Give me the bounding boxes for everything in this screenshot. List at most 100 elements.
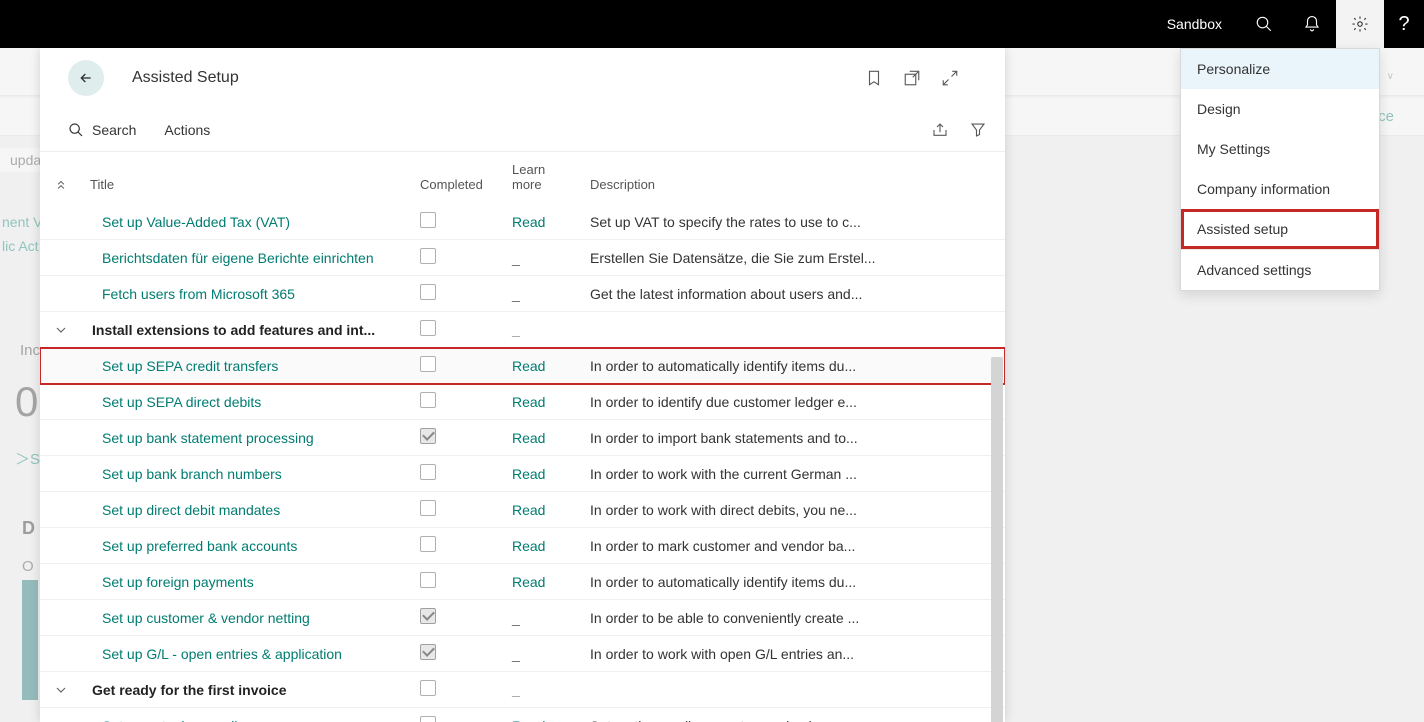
completed-checkbox xyxy=(420,500,436,516)
row-title-link[interactable]: Fetch users from Microsoft 365 xyxy=(90,286,295,302)
no-link-dash: _ xyxy=(512,610,520,626)
no-link-dash: _ xyxy=(512,286,520,302)
col-completed-header[interactable]: Completed xyxy=(412,152,504,204)
row-title-link[interactable]: Set up SEPA credit transfers xyxy=(90,358,278,374)
modal-title: Assisted Setup xyxy=(132,69,865,87)
row-title-link[interactable]: Set up bank branch numbers xyxy=(90,466,282,482)
row-title-link[interactable]: Set up foreign payments xyxy=(90,574,254,590)
completed-checkbox xyxy=(420,320,436,336)
table-row[interactable]: Set up outgoing email Read Set up the emai… xyxy=(40,708,1005,722)
row-description: Get the latest information about users a… xyxy=(590,286,862,302)
chevron-down-icon[interactable] xyxy=(53,322,69,338)
row-description: In order to import bank statements and t… xyxy=(590,430,858,446)
col-collapse-header[interactable] xyxy=(40,152,82,204)
read-link[interactable]: Read xyxy=(512,718,545,722)
row-description: Set up VAT to specify the rates to use t… xyxy=(590,214,861,230)
back-button[interactable] xyxy=(68,60,104,96)
completed-checkbox xyxy=(420,536,436,552)
col-learn-header[interactable]: Learn more xyxy=(504,152,582,204)
table-wrapper: Title Completed Learn more Description S… xyxy=(40,152,1005,722)
row-description: In order to work with open G/L entries a… xyxy=(590,646,854,662)
completed-checkbox xyxy=(420,608,436,624)
table-row[interactable]: Set up SEPA direct debitsReadIn order to… xyxy=(40,384,1005,420)
completed-checkbox xyxy=(420,248,436,264)
row-description: In order to work with direct debits, you… xyxy=(590,502,857,518)
table-row[interactable]: Set up foreign paymentsReadIn order to a… xyxy=(40,564,1005,600)
scrollbar-thumb[interactable] xyxy=(991,357,1003,722)
bookmark-icon[interactable] xyxy=(865,69,883,87)
group-title: Get ready for the first invoice xyxy=(90,682,287,698)
row-title-link[interactable]: Set up preferred bank accounts xyxy=(90,538,297,554)
menu-item-my-settings[interactable]: My Settings xyxy=(1181,129,1379,169)
read-link[interactable]: Read xyxy=(512,430,545,446)
group-title: Install extensions to add features and i… xyxy=(90,322,375,338)
row-description: In order to mark customer and vendor ba.… xyxy=(590,538,855,554)
help-icon[interactable]: ? xyxy=(1384,0,1424,48)
notification-icon[interactable] xyxy=(1288,0,1336,48)
search-icon[interactable] xyxy=(1240,0,1288,48)
popout-icon[interactable] xyxy=(903,69,921,87)
menu-item-advanced-settings[interactable]: Advanced settings xyxy=(1181,250,1379,290)
no-link-dash: _ xyxy=(512,646,520,662)
completed-checkbox xyxy=(420,680,436,696)
table-row[interactable]: Set up customer & vendor netting _ In orde… xyxy=(40,600,1005,636)
menu-item-company-info[interactable]: Company information xyxy=(1181,169,1379,209)
row-description: In order to be able to conveniently crea… xyxy=(590,610,859,626)
row-description: In order to work with the current German… xyxy=(590,466,857,482)
table-row[interactable]: Set up Value-Added Tax (VAT) Read Set up V… xyxy=(40,204,1005,240)
share-icon[interactable] xyxy=(931,121,949,139)
completed-checkbox xyxy=(420,356,436,372)
read-link[interactable]: Read xyxy=(512,358,545,374)
completed-checkbox xyxy=(420,572,436,588)
row-title-link[interactable]: Set up G/L - open entries & application xyxy=(90,646,342,662)
read-link[interactable]: Read xyxy=(512,538,545,554)
table-row[interactable]: Set up preferred bank accounts Read In ord… xyxy=(40,528,1005,564)
read-link[interactable]: Read xyxy=(512,394,545,410)
row-title-link[interactable]: Set up bank statement processing xyxy=(90,430,314,446)
environment-label: Sandbox xyxy=(1167,16,1222,32)
table-row[interactable]: Set up G/L - open entries & application _… xyxy=(40,636,1005,672)
actions-button[interactable]: Actions xyxy=(164,122,210,138)
col-title-header[interactable]: Title xyxy=(82,152,412,204)
read-link[interactable]: Read xyxy=(512,466,545,482)
read-link[interactable]: Read xyxy=(512,214,545,230)
group-row[interactable]: Install extensions to add features and i… xyxy=(40,312,1005,348)
group-row[interactable]: Get ready for the first invoice _ xyxy=(40,672,1005,708)
table-row[interactable]: Set up SEPA credit transfers Read In order… xyxy=(40,348,1005,384)
completed-checkbox xyxy=(420,644,436,660)
table-row[interactable]: Fetch users from Microsoft 365 _ Get the l… xyxy=(40,276,1005,312)
chevron-down-icon[interactable] xyxy=(53,682,69,698)
gear-icon[interactable] xyxy=(1336,0,1384,48)
completed-checkbox xyxy=(420,392,436,408)
completed-checkbox xyxy=(420,464,436,480)
modal-toolbar: Search Actions xyxy=(40,108,1005,152)
row-title-link[interactable]: Berichtsdaten für eigene Berichte einric… xyxy=(90,250,374,266)
filter-icon[interactable] xyxy=(969,121,987,139)
completed-checkbox xyxy=(420,284,436,300)
table-row[interactable]: Set up direct debit mandates Read In order… xyxy=(40,492,1005,528)
row-description: Set up the email accounts your business … xyxy=(590,718,866,722)
row-title-link[interactable]: Set up Value-Added Tax (VAT) xyxy=(90,214,290,230)
row-description: In order to automatically identify items… xyxy=(590,358,856,374)
menu-item-assisted-setup[interactable]: Assisted setup xyxy=(1181,209,1379,249)
row-title-link[interactable]: Set up direct debit mandates xyxy=(90,502,280,518)
modal-header: Assisted Setup xyxy=(40,48,1005,108)
menu-item-design[interactable]: Design xyxy=(1181,89,1379,129)
table-row[interactable]: Set up bank statement processing Read In o… xyxy=(40,420,1005,456)
table-row[interactable]: Berichtsdaten für eigene Berichte einric… xyxy=(40,240,1005,276)
no-link-dash: _ xyxy=(512,322,520,338)
col-desc-header[interactable]: Description xyxy=(582,152,1005,204)
search-button[interactable]: Search xyxy=(68,122,136,138)
read-link[interactable]: Read xyxy=(512,502,545,518)
row-title-link[interactable]: Set up customer & vendor netting xyxy=(90,610,310,626)
assisted-setup-modal: Assisted Setup Search Actions xyxy=(40,48,1005,722)
row-description: Erstellen Sie Datensätze, die Sie zum Er… xyxy=(590,250,876,266)
no-link-dash: _ xyxy=(512,682,520,698)
expand-icon[interactable] xyxy=(941,69,959,87)
row-title-link[interactable]: Set up SEPA direct debits xyxy=(90,394,261,410)
search-label: Search xyxy=(92,122,136,138)
read-link[interactable]: Read xyxy=(512,574,545,590)
menu-item-personalize[interactable]: Personalize xyxy=(1181,49,1379,89)
table-row[interactable]: Set up bank branch numbers Read In order t… xyxy=(40,456,1005,492)
row-title-link[interactable]: Set up outgoing email xyxy=(90,718,237,722)
